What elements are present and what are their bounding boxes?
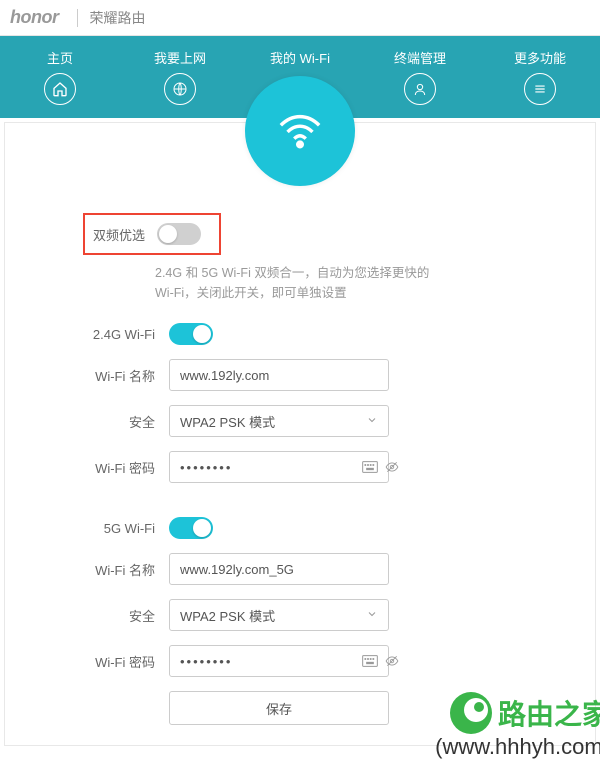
watermark-text: 路由之家 <box>498 693 600 733</box>
divider <box>77 9 78 27</box>
home-icon <box>44 73 76 105</box>
band24-toggle-label: 2.4G Wi-Fi <box>55 327 155 342</box>
chevron-down-icon <box>366 414 378 429</box>
watermark-logo-icon <box>450 692 492 734</box>
nav-more[interactable]: 更多功能 <box>495 48 585 105</box>
band5-toggle[interactable] <box>169 517 213 539</box>
save-button[interactable]: 保存 <box>169 691 389 725</box>
nav-label: 我的 Wi-Fi <box>270 48 330 67</box>
nav-internet[interactable]: 我要上网 <box>135 48 225 105</box>
watermark: 路由之家 (www.hhhyh.com) <box>435 692 600 760</box>
keyboard-icon[interactable] <box>362 655 378 667</box>
band5-name-input[interactable] <box>169 553 389 585</box>
band24-name-input[interactable] <box>169 359 389 391</box>
chevron-down-icon <box>366 608 378 623</box>
band24-security-label: 安全 <box>55 412 155 431</box>
band5-security-select[interactable]: WPA2 PSK 模式 <box>169 599 389 631</box>
band5-toggle-label: 5G Wi-Fi <box>55 521 155 536</box>
band24-password-input[interactable] <box>180 460 356 475</box>
watermark-url: (www.hhhyh.com) <box>435 734 600 760</box>
band24-password-label: Wi-Fi 密码 <box>55 458 155 477</box>
eye-hidden-icon[interactable] <box>384 460 400 474</box>
dual-band-highlight: 双频优选 <box>83 213 221 255</box>
nav-wifi[interactable]: 我的 Wi-Fi <box>255 48 345 73</box>
content-panel: 双频优选 2.4G 和 5G Wi-Fi 双频合一，自动为您选择更快的 Wi-F… <box>4 122 596 746</box>
dual-band-toggle[interactable] <box>157 223 201 245</box>
nav-label: 我要上网 <box>154 48 206 67</box>
dual-band-label: 双频优选 <box>93 225 145 244</box>
select-value: WPA2 PSK 模式 <box>180 412 275 431</box>
nav-label: 更多功能 <box>514 48 566 67</box>
nav-label: 主页 <box>47 48 73 67</box>
keyboard-icon[interactable] <box>362 461 378 473</box>
brand-logo: honor <box>10 7 71 28</box>
brand-title: 荣耀路由 <box>84 8 146 28</box>
dual-band-help: 2.4G 和 5G Wi-Fi 双频合一，自动为您选择更快的 Wi-Fi，关闭此… <box>155 263 545 303</box>
eye-hidden-icon[interactable] <box>384 654 400 668</box>
nav-devices[interactable]: 终端管理 <box>375 48 465 105</box>
band24-password-wrap <box>169 451 389 483</box>
band5-password-wrap <box>169 645 389 677</box>
menu-icon <box>524 73 556 105</box>
band5-password-input[interactable] <box>180 654 356 669</box>
user-icon <box>404 73 436 105</box>
band24-name-label: Wi-Fi 名称 <box>55 366 155 385</box>
band5-security-label: 安全 <box>55 606 155 625</box>
active-nav-circle <box>245 76 355 186</box>
save-label: 保存 <box>266 699 292 718</box>
band5-name-label: Wi-Fi 名称 <box>55 560 155 579</box>
nav-label: 终端管理 <box>394 48 446 67</box>
select-value: WPA2 PSK 模式 <box>180 606 275 625</box>
band24-security-select[interactable]: WPA2 PSK 模式 <box>169 405 389 437</box>
band24-toggle[interactable] <box>169 323 213 345</box>
wifi-icon <box>277 108 323 154</box>
globe-icon <box>164 73 196 105</box>
band5-password-label: Wi-Fi 密码 <box>55 652 155 671</box>
main-nav: 主页 我要上网 我的 Wi-Fi 终端管理 更多功能 <box>0 36 600 118</box>
brand-header: honor 荣耀路由 <box>0 0 600 36</box>
nav-home[interactable]: 主页 <box>15 48 105 105</box>
